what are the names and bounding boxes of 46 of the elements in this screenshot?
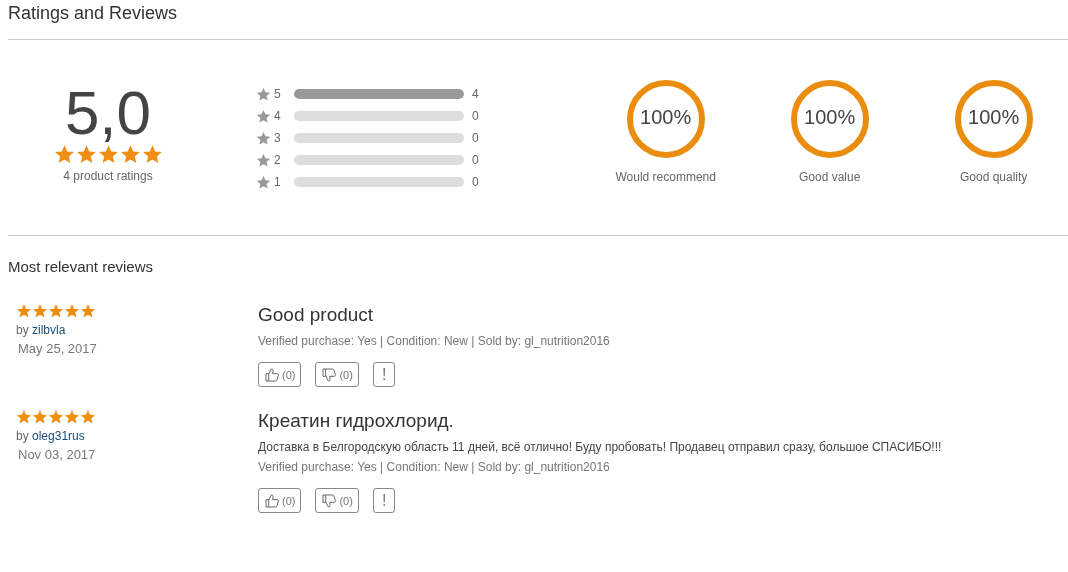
author-link[interactable]: oleg31rus xyxy=(32,429,85,443)
rating-count: 0 xyxy=(472,153,479,167)
review-title: Good product xyxy=(258,304,375,326)
star-number: 2 xyxy=(274,153,282,167)
star-number: 3 xyxy=(274,131,282,145)
ratings-count: 4 product ratings xyxy=(63,169,153,183)
section-title: Most relevant reviews xyxy=(8,257,155,277)
helpful-button[interactable]: (0) xyxy=(258,488,302,513)
unhelpful-button[interactable]: (0) xyxy=(315,488,359,513)
thumbs-up-icon xyxy=(264,492,280,509)
star-icon xyxy=(256,108,271,124)
review-title: Креатин гидрохлорид. xyxy=(258,410,455,432)
helpful-button[interactable]: (0) xyxy=(258,362,302,387)
star-number: 4 xyxy=(274,109,282,123)
report-button[interactable]: ! xyxy=(372,362,396,387)
star-icon xyxy=(256,86,271,102)
rating-count: 0 xyxy=(472,131,479,145)
review-date: May 25, 2017 xyxy=(18,341,98,356)
by-label: by xyxy=(16,323,29,337)
metric-label: Would recommend xyxy=(615,170,716,184)
rating-count: 4 xyxy=(472,87,479,101)
thumbs-up-icon xyxy=(264,366,280,383)
percent-value: 100% xyxy=(967,106,1021,129)
rating-count: 0 xyxy=(472,175,479,189)
review-text: Доставка в Белгородскую область 11 дней, всё отлично! Буду пробовать! Продавец отправил сразу, большое СПАСИБО!!! xyxy=(258,440,942,454)
unhelpful-button[interactable]: (0) xyxy=(315,362,359,387)
star-icon xyxy=(256,174,271,190)
star-number: 1 xyxy=(274,175,282,189)
average-rating: 5,0 xyxy=(64,82,152,144)
percent-value: 100% xyxy=(803,106,857,129)
metric-label: Good quality xyxy=(960,170,1028,184)
star-number: 5 xyxy=(274,87,282,101)
purchase-details: Verified purchase: Yes | Condition: New | Sold by: gl_nutrition2016 xyxy=(258,334,610,348)
author-link[interactable]: zilbvla xyxy=(32,323,66,337)
page-title: Ratings and Reviews xyxy=(8,2,179,25)
rating-count: 0 xyxy=(472,109,479,123)
star-icon xyxy=(256,152,271,168)
star-icon xyxy=(256,130,271,146)
report-button[interactable]: ! xyxy=(372,488,396,513)
thumbs-down-icon xyxy=(321,366,338,383)
purchase-details: Verified purchase: Yes | Condition: New | Sold by: gl_nutrition2016 xyxy=(258,460,611,474)
percent-value: 100% xyxy=(639,106,693,129)
by-label: by xyxy=(16,429,29,443)
review-date: Nov 03, 2017 xyxy=(18,447,97,462)
metric-label: Good value xyxy=(799,170,861,184)
thumbs-down-icon xyxy=(321,492,338,509)
